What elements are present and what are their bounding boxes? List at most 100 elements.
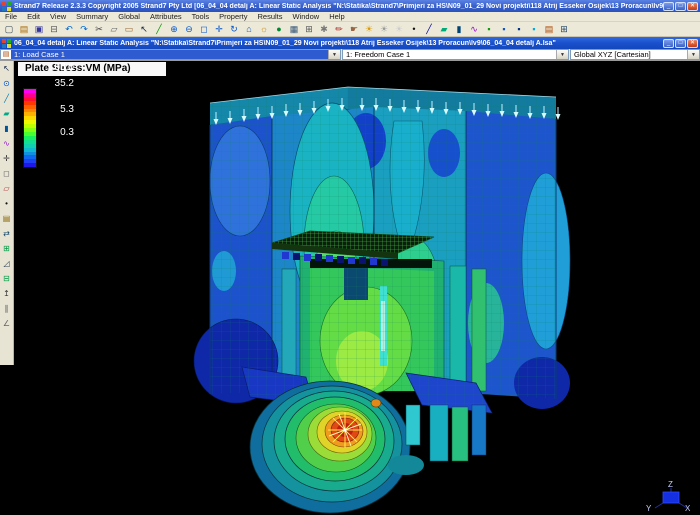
- beam-toggle-icon[interactable]: ▪: [497, 23, 511, 36]
- menu-property[interactable]: Property: [214, 12, 252, 21]
- case-selector-bar: ▤ 1: Load Case 1 ▼ 1: Freedom Case 1 ▼ G…: [0, 49, 700, 61]
- load-case-list-icon: ▤: [1, 50, 11, 59]
- results-file-icon[interactable]: ⊞: [557, 23, 571, 36]
- wheel-detail: [242, 367, 492, 513]
- copy-icon[interactable]: ▱: [107, 23, 121, 36]
- draw-line-icon[interactable]: ╱: [152, 23, 166, 36]
- brick-toggle-icon[interactable]: ▪: [527, 23, 541, 36]
- erase-icon[interactable]: ▱: [1, 183, 13, 195]
- restore-button[interactable]: □: [675, 2, 686, 11]
- zoom-window-icon[interactable]: ◻: [197, 23, 211, 36]
- menu-attributes[interactable]: Attributes: [145, 12, 187, 21]
- inner-walls: [282, 256, 486, 395]
- legend-value: 5.3: [30, 104, 74, 116]
- print-icon[interactable]: ⊟: [47, 23, 61, 36]
- main-toolbar: ▢▤▣⊟↶↷✂▱▭↖╱⊕⊖◻✛↻⌂☼●▦⊞✱✏☛☀☀☀•╱▰▮∿▪▪▪▪▤⊞: [0, 22, 700, 37]
- plate-toggle-icon[interactable]: ▪: [512, 23, 526, 36]
- select-arrow-icon[interactable]: ↖: [137, 23, 151, 36]
- light-bulb-half-icon[interactable]: ☀: [377, 23, 391, 36]
- mirror-icon[interactable]: ∥: [1, 303, 13, 315]
- mesh-grid-icon[interactable]: ⊞: [1, 243, 13, 255]
- menu-file[interactable]: File: [0, 12, 22, 21]
- menu-window[interactable]: Window: [288, 12, 325, 21]
- main-title-bar: Strand7 Release 2.3.3 Copyright 2005 Str…: [0, 0, 700, 12]
- node-tool-icon[interactable]: •: [407, 23, 421, 36]
- extrude-icon[interactable]: ↥: [1, 288, 13, 300]
- coord-system-value: Global XYZ [Cartesian]: [571, 50, 687, 59]
- save-file-icon[interactable]: ▣: [32, 23, 46, 36]
- menu-edit[interactable]: Edit: [22, 12, 45, 21]
- move-entity-icon[interactable]: ⇄: [1, 228, 13, 240]
- light-bulb-on-icon[interactable]: ☀: [362, 23, 376, 36]
- coord-system-combo[interactable]: Global XYZ [Cartesian] ▼: [570, 49, 700, 60]
- menu-view[interactable]: View: [45, 12, 71, 21]
- minimize-button[interactable]: _: [663, 2, 674, 11]
- paste-icon[interactable]: ▭: [122, 23, 136, 36]
- load-case-dropdown-icon[interactable]: ▼: [328, 50, 340, 59]
- hidden-line-icon[interactable]: ▦: [287, 23, 301, 36]
- model-window-title: 06_04_04 detalj A: Linear Static Analysi…: [14, 40, 663, 47]
- menu-help[interactable]: Help: [324, 12, 349, 21]
- brick-tool-icon[interactable]: ▮: [452, 23, 466, 36]
- globe-icon[interactable]: ●: [272, 23, 286, 36]
- legend-color-step: [24, 163, 36, 167]
- coord-system-dropdown-icon[interactable]: ▼: [687, 50, 699, 59]
- strand7-app-icon: [2, 2, 11, 11]
- menu-summary[interactable]: Summary: [71, 12, 113, 21]
- pan-icon[interactable]: ✛: [212, 23, 226, 36]
- child-close-button[interactable]: ✕: [687, 39, 698, 48]
- options-icon[interactable]: ✱: [317, 23, 331, 36]
- redraw-icon[interactable]: ☼: [257, 23, 271, 36]
- stress-legend: Plate Stress:VM (MPa) 100.065.135.25.30.…: [16, 62, 166, 187]
- box-select-icon[interactable]: ◻: [1, 168, 13, 180]
- measure-icon[interactable]: ∠: [1, 318, 13, 330]
- light-bulb-off-icon[interactable]: ☀: [392, 23, 406, 36]
- plate-tool-icon[interactable]: ▰: [437, 23, 451, 36]
- entity-table-icon[interactable]: ⊞: [302, 23, 316, 36]
- child-restore-button[interactable]: □: [675, 39, 686, 48]
- beam-tool-icon[interactable]: ╱: [422, 23, 436, 36]
- legend-value: 65.1: [30, 62, 74, 74]
- model-file-icon: [2, 39, 11, 48]
- main-window-title: Strand7 Release 2.3.3 Copyright 2005 Str…: [14, 3, 663, 10]
- undo-icon[interactable]: ↶: [62, 23, 76, 36]
- freedom-case-combo[interactable]: 1: Freedom Case 1 ▼: [342, 49, 569, 60]
- menu-results[interactable]: Results: [253, 12, 288, 21]
- redo-icon[interactable]: ↷: [77, 23, 91, 36]
- close-button[interactable]: ✕: [687, 2, 698, 11]
- legend-value: 0.3: [30, 127, 74, 139]
- load-path-icon[interactable]: ▤: [542, 23, 556, 36]
- select-icon[interactable]: ↖: [1, 63, 13, 75]
- load-case-value: 1: Load Case 1: [11, 50, 328, 59]
- subdivide-icon[interactable]: ⊟: [1, 273, 13, 285]
- load-case-combo[interactable]: ▤ 1: Load Case 1 ▼: [0, 49, 341, 60]
- cursor-node-icon[interactable]: ✛: [1, 153, 13, 165]
- paint-stress-icon[interactable]: ✏: [332, 23, 346, 36]
- rotate-view-icon[interactable]: ↻: [227, 23, 241, 36]
- fit-view-icon[interactable]: ⌂: [242, 23, 256, 36]
- new-file-icon[interactable]: ▢: [2, 23, 16, 36]
- open-file-icon[interactable]: ▤: [17, 23, 31, 36]
- brick-select-icon[interactable]: ▮: [1, 123, 13, 135]
- plate-select-icon[interactable]: ▰: [1, 108, 13, 120]
- scale-entity-icon[interactable]: ◿: [1, 258, 13, 270]
- zoom-dynamic-icon[interactable]: ⊙: [1, 78, 13, 90]
- zoom-in-icon[interactable]: ⊕: [167, 23, 181, 36]
- zoom-out-icon[interactable]: ⊖: [182, 23, 196, 36]
- menu-global[interactable]: Global: [113, 12, 145, 21]
- axis-y-label: Y: [646, 504, 652, 513]
- clipboard-icon[interactable]: ▤: [1, 213, 13, 225]
- point-probe-icon[interactable]: •: [1, 198, 13, 210]
- freedom-case-dropdown-icon[interactable]: ▼: [556, 50, 568, 59]
- cut-icon[interactable]: ✂: [92, 23, 106, 36]
- link-tool-icon[interactable]: ∿: [467, 23, 481, 36]
- vertex-toggle-icon[interactable]: ▪: [482, 23, 496, 36]
- axis-cube-icon: [663, 492, 679, 503]
- drag-hand-icon[interactable]: ☛: [347, 23, 361, 36]
- line-snap-icon[interactable]: ╱: [1, 93, 13, 105]
- child-minimize-button[interactable]: _: [663, 39, 674, 48]
- model-window-title-bar: 06_04_04 detalj A: Linear Static Analysi…: [0, 37, 700, 49]
- legend-value: 35.2: [30, 78, 74, 90]
- link-select-icon[interactable]: ∿: [1, 138, 13, 150]
- menu-tools[interactable]: Tools: [187, 12, 215, 21]
